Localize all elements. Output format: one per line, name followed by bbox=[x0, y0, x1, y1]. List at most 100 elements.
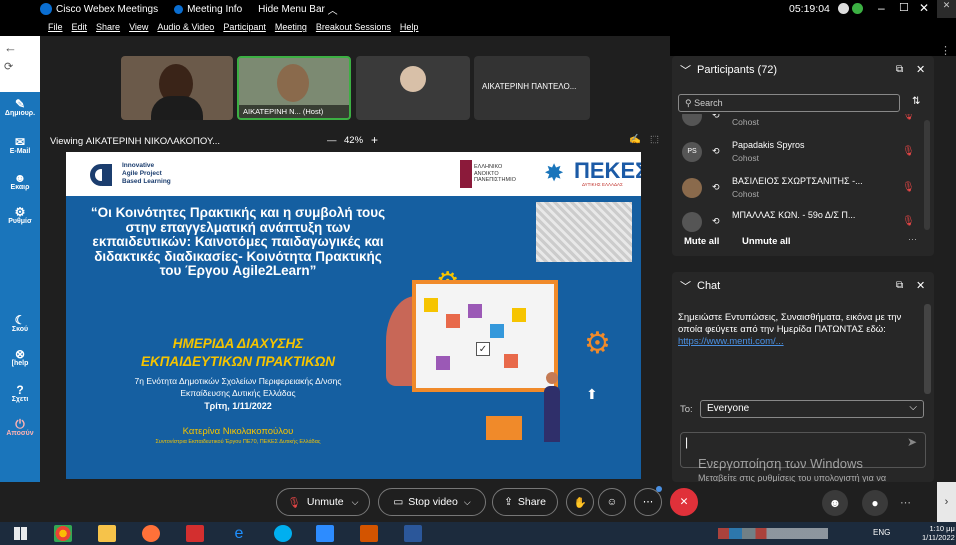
participants-toggle-button[interactable]: ☻ bbox=[822, 490, 848, 516]
more-icon[interactable]: ⋯ bbox=[908, 234, 917, 245]
chat-toggle-button[interactable]: ● bbox=[862, 490, 888, 516]
slide-subtitle-1: ΗΜΕΡΙΔΑ ΔΙΑΧΥΣΗΣ bbox=[172, 336, 304, 351]
slide-body: “Οι Κοινότητες Πρακτικής και η συμβολή τ… bbox=[66, 196, 641, 479]
slide-org-1: 7η Ενότητα Δημοτικών Σχολείων Περιφερεια… bbox=[134, 376, 342, 386]
muted-mic-icon[interactable]: 🎙 bbox=[902, 182, 915, 193]
participant-row[interactable]: ⟲ ΜΠΑΛΛΑΣ ΚΩΝ. - 59ο Δ/Σ Π... 🎙 bbox=[680, 208, 920, 234]
sort-icon[interactable]: ⇅ bbox=[912, 96, 920, 107]
collapse-chevron-icon[interactable]: ﹀ bbox=[680, 278, 691, 294]
maximize-icon[interactable]: ☐ bbox=[899, 1, 909, 14]
send-icon[interactable]: ➤ bbox=[907, 435, 917, 449]
meeting-timer: 05:19:04 bbox=[789, 3, 830, 15]
video-thumbnail-2[interactable]: ΑΙΚΑΤΕΡΙΝΗ Ν... (Host) bbox=[237, 56, 351, 120]
muted-mic-icon[interactable]: 🎙 bbox=[902, 114, 915, 121]
popout-icon[interactable]: ⧉ bbox=[896, 280, 903, 291]
nav-create[interactable]: ✎ Δημιουρ. bbox=[0, 98, 40, 117]
participant-search-input[interactable]: ⚲ Search bbox=[678, 94, 900, 112]
chrome-icon[interactable] bbox=[54, 525, 72, 542]
nav-settings[interactable]: ⚙ Ρυθμίσ bbox=[0, 206, 40, 225]
popout-icon[interactable]: ⧉ bbox=[896, 64, 903, 75]
meeting-info-button[interactable]: Meeting Info bbox=[174, 4, 242, 15]
shared-slide: Innovative Agile Project Based Learning … bbox=[66, 152, 641, 479]
video-thumbnail-1[interactable] bbox=[121, 56, 233, 120]
video-thumbnail-4[interactable]: ΑΙΚΑΤΕΡΙΝΗ ΠΑΝΤΕΛΟ... bbox=[474, 56, 590, 120]
firefox-icon[interactable] bbox=[142, 525, 160, 542]
hide-menu-bar-button[interactable]: Hide Menu Bar ︿ bbox=[258, 2, 337, 17]
menu-bar: File Edit Share View Audio & Video Parti… bbox=[0, 18, 670, 36]
reactions-button[interactable]: ☺ bbox=[598, 488, 626, 516]
close-panel-icon[interactable]: ✕ bbox=[916, 279, 925, 292]
unmute-all-button[interactable]: Unmute all bbox=[742, 236, 791, 247]
menu-share[interactable]: Share bbox=[96, 22, 120, 32]
menu-meeting[interactable]: Meeting bbox=[275, 22, 307, 32]
mute-all-button[interactable]: Mute all bbox=[684, 236, 719, 247]
nav-help[interactable]: ⊗ [help bbox=[0, 348, 40, 367]
fullscreen-icon[interactable]: ⬚ bbox=[650, 134, 659, 145]
refresh-icon[interactable]: ⟳ bbox=[4, 60, 13, 73]
edge-icon[interactable]: e bbox=[230, 525, 248, 542]
person-head bbox=[546, 372, 558, 384]
unmute-button[interactable]: 🎙 Unmute ⌵ bbox=[276, 488, 370, 516]
chat-title: Chat bbox=[697, 280, 721, 292]
language-indicator[interactable]: ENG bbox=[873, 528, 890, 537]
raise-hand-button[interactable]: ✋ bbox=[566, 488, 594, 516]
pdf-app-icon[interactable] bbox=[360, 525, 378, 542]
avatar bbox=[682, 114, 702, 126]
participant-row[interactable]: ⟲ ΒΑΣΙΛΕΙΟΣ ΣΧΩΡΤΣΑΝΙΤΗΣ -... Cohost 🎙 bbox=[680, 174, 920, 204]
menu-participant[interactable]: Participant bbox=[223, 22, 266, 32]
zoom-out-button[interactable]: — bbox=[327, 135, 337, 146]
participant-row[interactable]: PS ⟲ Papadakis Spyros Cohost 🎙 bbox=[680, 138, 920, 168]
muted-mic-icon[interactable]: 🎙 bbox=[902, 146, 915, 157]
webex-icon[interactable] bbox=[316, 525, 334, 542]
menu-file[interactable]: File bbox=[48, 22, 63, 32]
menu-audio-video[interactable]: Audio & Video bbox=[157, 22, 214, 32]
nav-about[interactable]: ? Σχετι bbox=[0, 384, 40, 403]
more-options-icon[interactable]: ⋮ bbox=[940, 44, 951, 57]
nav-logout[interactable]: ⏻ Αποσύν bbox=[0, 418, 40, 437]
question-icon: ? bbox=[16, 383, 24, 397]
app-name: Cisco Webex Meetings bbox=[56, 3, 159, 15]
connection-status-icon[interactable] bbox=[852, 3, 863, 14]
muted-mic-icon[interactable]: 🎙 bbox=[902, 216, 915, 227]
close-icon[interactable]: ✕ bbox=[919, 1, 929, 15]
stop-video-button[interactable]: ▭ Stop video ⌵ bbox=[378, 488, 486, 516]
video-thumbnail-3[interactable] bbox=[356, 56, 470, 120]
video-camera-icon: ▭ bbox=[393, 496, 404, 508]
system-tray-icons[interactable] bbox=[718, 528, 828, 539]
file-explorer-icon[interactable] bbox=[98, 525, 116, 542]
skype-icon[interactable] bbox=[274, 525, 292, 542]
annotate-icon[interactable]: ✍ bbox=[629, 134, 641, 145]
end-meeting-button[interactable]: ✕ bbox=[670, 488, 698, 516]
slide-presenter: Κατερίνα Νικολακοπούλου bbox=[182, 426, 294, 437]
nav-dark-mode[interactable]: ☾ Σκού bbox=[0, 314, 40, 333]
to-label: To: bbox=[680, 404, 693, 415]
pekes-logo: ΠΕΚΕΣ bbox=[574, 158, 641, 183]
nav-email[interactable]: ✉ E-Mail bbox=[0, 136, 40, 155]
clock[interactable]: 1:10 μμ 1/11/2022 bbox=[922, 524, 955, 542]
more-icon[interactable]: ⋯ bbox=[900, 496, 911, 509]
minimize-icon[interactable]: – bbox=[878, 1, 885, 15]
back-arrow-icon[interactable]: ← bbox=[4, 40, 17, 55]
chat-scrollbar[interactable] bbox=[924, 304, 931, 394]
person-icon: ☻ bbox=[828, 496, 842, 510]
acrobat-icon[interactable] bbox=[186, 525, 204, 542]
share-button[interactable]: ⇪ Share bbox=[492, 488, 558, 516]
participant-scrollbar[interactable] bbox=[924, 120, 930, 230]
network-icon[interactable] bbox=[838, 3, 849, 14]
nav-contacts[interactable]: ☻ Εκαιρ bbox=[0, 172, 40, 191]
menu-help[interactable]: Help bbox=[400, 22, 419, 32]
windows-start-icon[interactable] bbox=[14, 527, 27, 540]
more-options-button[interactable]: ⋯ bbox=[634, 488, 662, 516]
close-panel-icon[interactable]: ✕ bbox=[916, 63, 925, 76]
collapse-chevron-icon[interactable]: ﹀ bbox=[680, 62, 691, 78]
recipient-select[interactable]: Everyone ⌵ bbox=[700, 400, 924, 418]
menu-breakout-sessions[interactable]: Breakout Sessions bbox=[316, 22, 391, 32]
zoom-in-button[interactable]: + bbox=[371, 133, 378, 147]
participant-row[interactable]: ⟲ Cohost 🎙 bbox=[680, 114, 920, 132]
chat-link[interactable]: https://www.menti.com/... bbox=[678, 336, 922, 348]
chat-message: Σημειώστε Εντυπώσεις, Συναισθήματα, εικό… bbox=[678, 312, 902, 335]
menu-view[interactable]: View bbox=[129, 22, 148, 32]
word-icon[interactable] bbox=[404, 525, 422, 542]
menu-edit[interactable]: Edit bbox=[72, 22, 88, 32]
scroll-right-icon[interactable]: › bbox=[937, 482, 956, 522]
